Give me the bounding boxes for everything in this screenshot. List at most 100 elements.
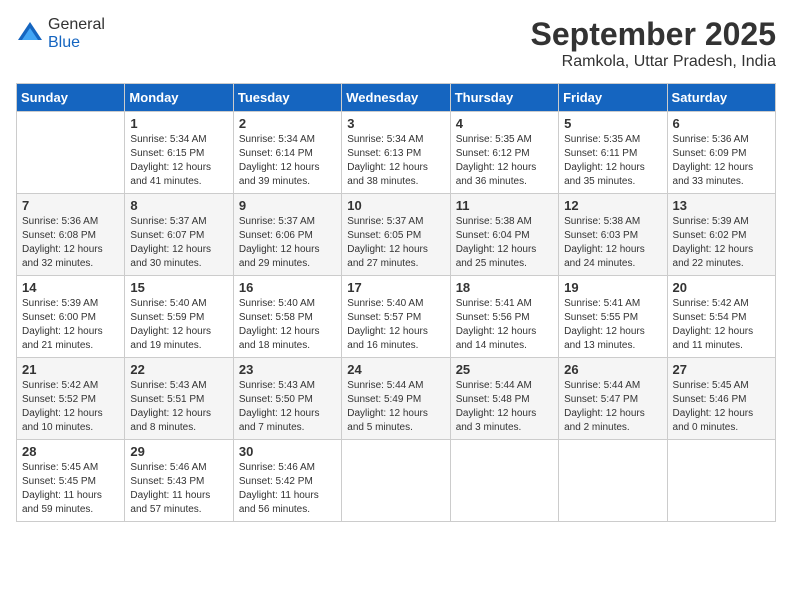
day-cell: 26 Sunrise: 5:44 AMSunset: 5:47 PMDayligh… bbox=[559, 358, 667, 440]
weekday-header-saturday: Saturday bbox=[667, 84, 775, 112]
day-cell: 28Sunrise: 5:45 AMSunset: 5:45 PMDayligh… bbox=[17, 440, 125, 522]
day-info: Sunrise: 5:34 AMSunset: 6:15 PMDaylight:… bbox=[130, 133, 227, 189]
week-row-5: 28Sunrise: 5:45 AMSunset: 5:45 PMDayligh… bbox=[17, 440, 776, 522]
day-number: 12 bbox=[564, 198, 661, 213]
day-number: 4 bbox=[456, 116, 553, 131]
day-cell: 7Sunrise: 5:36 AMSunset: 6:08 PMDaylight… bbox=[17, 194, 125, 276]
day-cell: 10Sunrise: 5:37 AMSunset: 6:05 PMDayligh… bbox=[342, 194, 450, 276]
day-cell: 4 Sunrise: 5:35 AMSunset: 6:12 PMDaylight… bbox=[450, 112, 558, 194]
weekday-header-wednesday: Wednesday bbox=[342, 84, 450, 112]
day-cell: 2 Sunrise: 5:34 AMSunset: 6:14 PMDaylight… bbox=[233, 112, 341, 194]
day-cell: 27 Sunrise: 5:45 AMSunset: 5:46 PMDayligh… bbox=[667, 358, 775, 440]
day-info: Sunrise: 5:44 AMSunset: 5:47 PMDaylight:… bbox=[564, 379, 661, 435]
day-cell: 17Sunrise: 5:40 AMSunset: 5:57 PMDayligh… bbox=[342, 276, 450, 358]
day-number: 6 bbox=[673, 116, 770, 131]
day-info: Sunrise: 5:40 AMSunset: 5:58 PMDaylight:… bbox=[239, 297, 336, 353]
day-info: Sunrise: 5:38 AMSunset: 6:03 PMDaylight:… bbox=[564, 215, 661, 271]
day-info: Sunrise: 5:40 AMSunset: 5:59 PMDaylight:… bbox=[130, 297, 227, 353]
day-info: Sunrise: 5:43 AMSunset: 5:51 PMDaylight:… bbox=[130, 379, 227, 435]
day-cell: 13 Sunrise: 5:39 AMSunset: 6:02 PMDayligh… bbox=[667, 194, 775, 276]
day-number: 2 bbox=[239, 116, 336, 131]
day-number: 19 bbox=[564, 280, 661, 295]
day-cell: 23 Sunrise: 5:43 AMSunset: 5:50 PMDayligh… bbox=[233, 358, 341, 440]
day-cell: 21Sunrise: 5:42 AMSunset: 5:52 PMDayligh… bbox=[17, 358, 125, 440]
day-info: Sunrise: 5:35 AMSunset: 6:11 PMDaylight:… bbox=[564, 133, 661, 189]
day-info: Sunrise: 5:42 AMSunset: 5:52 PMDaylight:… bbox=[22, 379, 119, 435]
week-row-3: 14 Sunrise: 5:39 AMSunset: 6:00 PMDayligh… bbox=[17, 276, 776, 358]
day-number: 22 bbox=[130, 362, 227, 377]
day-info: Sunrise: 5:41 AMSunset: 5:56 PMDaylight:… bbox=[456, 297, 553, 353]
day-info: Sunrise: 5:41 AMSunset: 5:55 PMDaylight:… bbox=[564, 297, 661, 353]
logo: General Blue bbox=[16, 16, 105, 52]
day-cell: 5 Sunrise: 5:35 AMSunset: 6:11 PMDaylight… bbox=[559, 112, 667, 194]
day-number: 11 bbox=[456, 198, 553, 213]
day-info: Sunrise: 5:44 AMSunset: 5:49 PMDaylight:… bbox=[347, 379, 444, 435]
calendar-table: SundayMondayTuesdayWednesdayThursdayFrid… bbox=[16, 83, 776, 522]
day-number: 20 bbox=[673, 280, 770, 295]
day-info: Sunrise: 5:35 AMSunset: 6:12 PMDaylight:… bbox=[456, 133, 553, 189]
day-info: Sunrise: 5:44 AMSunset: 5:48 PMDaylight:… bbox=[456, 379, 553, 435]
day-number: 27 bbox=[673, 362, 770, 377]
logo-icon bbox=[16, 20, 44, 48]
day-cell: 30 Sunrise: 5:46 AMSunset: 5:42 PMDayligh… bbox=[233, 440, 341, 522]
day-info: Sunrise: 5:34 AMSunset: 6:14 PMDaylight:… bbox=[239, 133, 336, 189]
day-cell: 8Sunrise: 5:37 AMSunset: 6:07 PMDaylight… bbox=[125, 194, 233, 276]
day-number: 16 bbox=[239, 280, 336, 295]
day-number: 17 bbox=[347, 280, 444, 295]
day-cell bbox=[450, 440, 558, 522]
weekday-header-thursday: Thursday bbox=[450, 84, 558, 112]
day-cell: 9 Sunrise: 5:37 AMSunset: 6:06 PMDaylight… bbox=[233, 194, 341, 276]
day-info: Sunrise: 5:42 AMSunset: 5:54 PMDaylight:… bbox=[673, 297, 770, 353]
day-info: Sunrise: 5:46 AMSunset: 5:42 PMDaylight:… bbox=[239, 461, 336, 517]
day-number: 5 bbox=[564, 116, 661, 131]
day-cell: 3Sunrise: 5:34 AMSunset: 6:13 PMDaylight… bbox=[342, 112, 450, 194]
weekday-header-monday: Monday bbox=[125, 84, 233, 112]
weekday-header-row: SundayMondayTuesdayWednesdayThursdayFrid… bbox=[17, 84, 776, 112]
day-cell: 25Sunrise: 5:44 AMSunset: 5:48 PMDayligh… bbox=[450, 358, 558, 440]
title-area: September 2025 Ramkola, Uttar Pradesh, I… bbox=[531, 16, 776, 71]
day-info: Sunrise: 5:39 AMSunset: 6:02 PMDaylight:… bbox=[673, 215, 770, 271]
day-cell: 14 Sunrise: 5:39 AMSunset: 6:00 PMDayligh… bbox=[17, 276, 125, 358]
day-info: Sunrise: 5:34 AMSunset: 6:13 PMDaylight:… bbox=[347, 133, 444, 189]
day-cell: 22 Sunrise: 5:43 AMSunset: 5:51 PMDayligh… bbox=[125, 358, 233, 440]
day-cell: 18 Sunrise: 5:41 AMSunset: 5:56 PMDayligh… bbox=[450, 276, 558, 358]
day-info: Sunrise: 5:39 AMSunset: 6:00 PMDaylight:… bbox=[22, 297, 119, 353]
day-cell bbox=[559, 440, 667, 522]
day-number: 30 bbox=[239, 444, 336, 459]
day-cell: 16 Sunrise: 5:40 AMSunset: 5:58 PMDayligh… bbox=[233, 276, 341, 358]
day-info: Sunrise: 5:36 AMSunset: 6:08 PMDaylight:… bbox=[22, 215, 119, 271]
day-info: Sunrise: 5:46 AMSunset: 5:43 PMDaylight:… bbox=[130, 461, 227, 517]
week-row-2: 7Sunrise: 5:36 AMSunset: 6:08 PMDaylight… bbox=[17, 194, 776, 276]
day-info: Sunrise: 5:43 AMSunset: 5:50 PMDaylight:… bbox=[239, 379, 336, 435]
day-number: 28 bbox=[22, 444, 119, 459]
day-number: 29 bbox=[130, 444, 227, 459]
day-number: 9 bbox=[239, 198, 336, 213]
day-cell bbox=[342, 440, 450, 522]
day-number: 8 bbox=[130, 198, 227, 213]
month-title: September 2025 bbox=[531, 16, 776, 53]
day-info: Sunrise: 5:45 AMSunset: 5:46 PMDaylight:… bbox=[673, 379, 770, 435]
day-cell bbox=[667, 440, 775, 522]
day-cell: 6Sunrise: 5:36 AMSunset: 6:09 PMDaylight… bbox=[667, 112, 775, 194]
day-number: 10 bbox=[347, 198, 444, 213]
day-cell: 1 Sunrise: 5:34 AMSunset: 6:15 PMDaylight… bbox=[125, 112, 233, 194]
day-cell: 12 Sunrise: 5:38 AMSunset: 6:03 PMDayligh… bbox=[559, 194, 667, 276]
logo-text: General Blue bbox=[48, 16, 105, 52]
day-number: 18 bbox=[456, 280, 553, 295]
logo-blue-text: Blue bbox=[48, 34, 105, 52]
day-number: 1 bbox=[130, 116, 227, 131]
day-number: 13 bbox=[673, 198, 770, 213]
day-cell: 20 Sunrise: 5:42 AMSunset: 5:54 PMDayligh… bbox=[667, 276, 775, 358]
weekday-header-friday: Friday bbox=[559, 84, 667, 112]
weekday-header-tuesday: Tuesday bbox=[233, 84, 341, 112]
day-info: Sunrise: 5:37 AMSunset: 6:06 PMDaylight:… bbox=[239, 215, 336, 271]
day-cell bbox=[17, 112, 125, 194]
day-number: 14 bbox=[22, 280, 119, 295]
page-header: General Blue September 2025 Ramkola, Utt… bbox=[16, 16, 776, 71]
day-number: 15 bbox=[130, 280, 227, 295]
day-number: 23 bbox=[239, 362, 336, 377]
location-title: Ramkola, Uttar Pradesh, India bbox=[531, 53, 776, 71]
week-row-4: 21Sunrise: 5:42 AMSunset: 5:52 PMDayligh… bbox=[17, 358, 776, 440]
day-number: 26 bbox=[564, 362, 661, 377]
logo-general-text: General bbox=[48, 16, 105, 34]
